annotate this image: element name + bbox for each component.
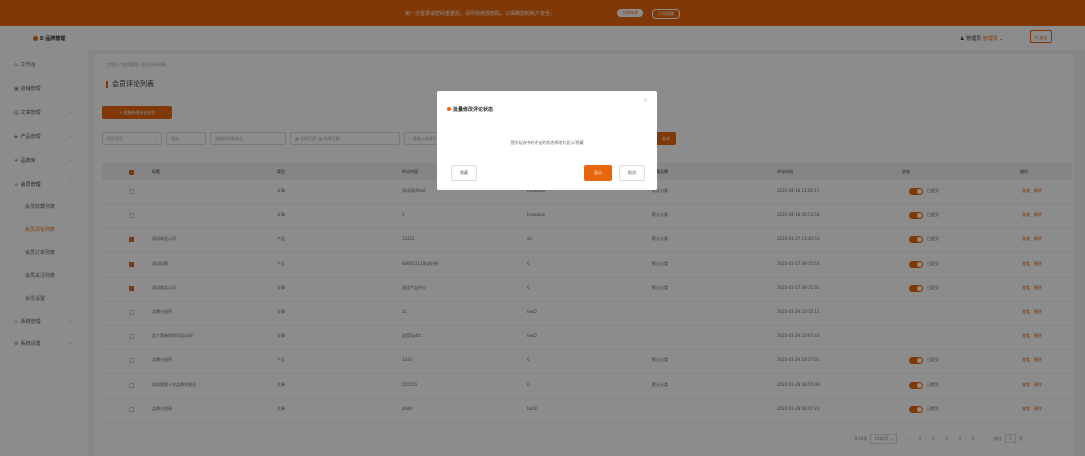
info-dot-icon — [447, 107, 451, 111]
modal-message: 您所勾选中的评论的状态将改为显示/隐藏 — [510, 140, 584, 145]
modal-overlay[interactable] — [0, 0, 1085, 456]
modal-title: 批量修改评论状态 — [447, 106, 493, 113]
close-icon[interactable]: × — [643, 97, 648, 104]
batch-status-modal: 批量修改评论状态 × 您所勾选中的评论的状态将改为显示/隐藏 隐藏 显示 取消 — [437, 91, 657, 190]
cancel-button[interactable]: 取消 — [619, 165, 645, 181]
hide-button[interactable]: 隐藏 — [451, 165, 477, 181]
show-button[interactable]: 显示 — [584, 165, 612, 181]
